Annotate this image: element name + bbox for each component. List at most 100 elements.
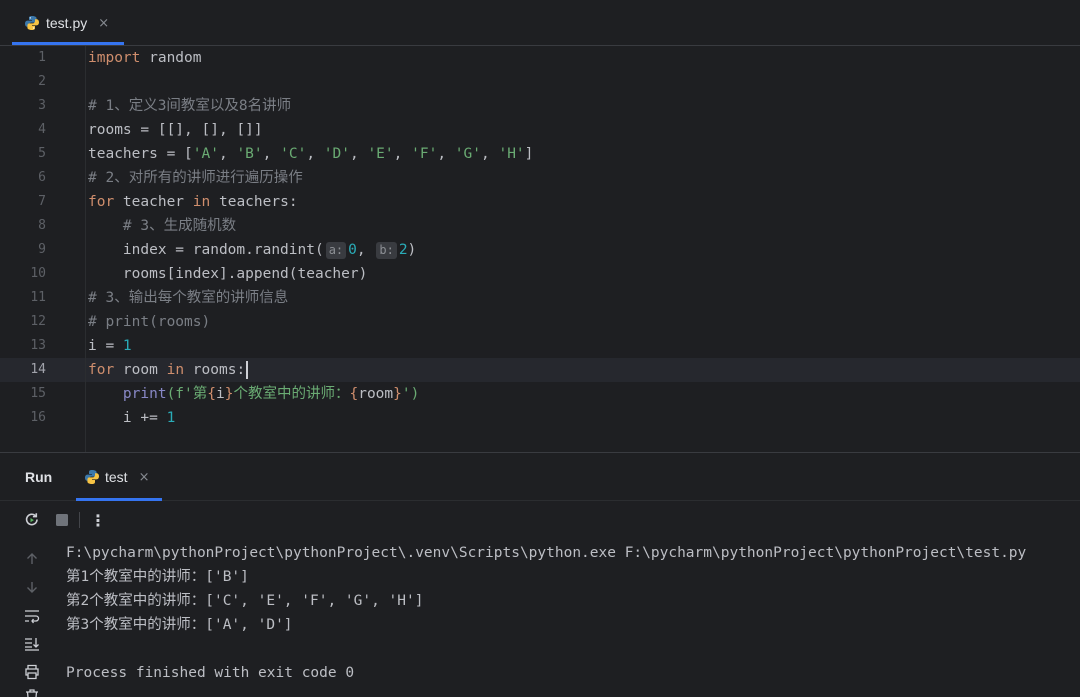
- editor-tab-bar: test.py ×: [0, 0, 1080, 46]
- string-literal: 'E': [367, 146, 394, 162]
- scroll-up-button[interactable]: [22, 549, 42, 569]
- string-literal: 'F': [411, 146, 438, 162]
- soft-wrap-icon: [25, 610, 40, 624]
- line-number: 9: [38, 242, 46, 257]
- string-literal: 'G': [454, 146, 481, 162]
- code-text: ,: [218, 146, 237, 162]
- string-literal: 'H': [498, 146, 525, 162]
- console-line: F:\pycharm\pythonProject\pythonProject\.…: [66, 545, 1027, 561]
- scroll-to-end-button[interactable]: [22, 634, 42, 654]
- code-editor[interactable]: 1 2 3 4 5 6 7 8 9 10 11 12 13 14 15 16 i…: [0, 46, 1080, 452]
- code-text: i +=: [88, 410, 167, 426]
- line-number: 2: [38, 74, 46, 89]
- scroll-up-icon: [27, 553, 37, 564]
- code-line-8: # 3、生成随机数: [88, 218, 237, 234]
- line-number: 6: [38, 170, 46, 185]
- line-number: 5: [38, 146, 46, 161]
- close-icon[interactable]: ×: [98, 16, 109, 31]
- console-output[interactable]: F:\pycharm\pythonProject\pythonProject\.…: [66, 539, 1076, 697]
- clear-button[interactable]: [22, 688, 42, 697]
- number-literal: 2: [398, 242, 408, 258]
- line-number: 15: [30, 386, 46, 401]
- run-tab-test[interactable]: test ×: [76, 453, 162, 501]
- line-number-gutter: 1 2 3 4 5 6 7 8 9 10 11 12 13 14 15 16: [0, 46, 70, 452]
- console-line: Process finished with exit code 0: [66, 665, 355, 681]
- active-tab-indicator: [12, 42, 124, 45]
- code-line-7: for teacher in teachers:: [88, 190, 298, 214]
- line-number: 16: [30, 410, 46, 425]
- scroll-to-end-icon: [25, 638, 39, 651]
- code-text: ,: [306, 146, 324, 162]
- keyword: in: [192, 194, 211, 210]
- code-line-11: # 3、输出每个教室的讲师信息: [88, 290, 289, 306]
- code-line-12: # print(rooms): [88, 314, 211, 330]
- fstring-brace: {: [207, 386, 217, 402]
- more-options-button[interactable]: ⋮: [88, 510, 108, 530]
- code-text: ,: [393, 146, 412, 162]
- code-text: i =: [88, 338, 123, 354]
- gutter-divider: [85, 46, 86, 452]
- line-number: 1: [38, 50, 46, 65]
- stop-button[interactable]: [52, 510, 72, 530]
- code-text: index = random.randint(: [88, 242, 324, 258]
- scroll-down-button[interactable]: [22, 577, 42, 597]
- soft-wrap-button[interactable]: [22, 606, 42, 626]
- code-text: random: [140, 50, 202, 66]
- active-run-tab-indicator: [76, 498, 162, 501]
- code-line-4: rooms = [[], [], []]: [88, 122, 263, 138]
- line-number: 10: [30, 266, 46, 281]
- code-text: ,: [349, 146, 368, 162]
- keyword: for: [88, 194, 115, 210]
- python-file-icon: [25, 16, 39, 30]
- line-number: 12: [30, 314, 46, 329]
- editor-tab-test-py[interactable]: test.py ×: [12, 0, 124, 46]
- console-line: 第1个教室中的讲师：['B']: [66, 569, 249, 585]
- code-text: ,: [437, 146, 455, 162]
- code-text: ,: [481, 146, 499, 162]
- code-line-13: i = 1: [88, 334, 132, 358]
- clear-icon: [26, 689, 38, 697]
- line-number: 4: [38, 122, 46, 137]
- code-line-6: # 2、对所有的讲师进行遍历操作: [88, 170, 303, 186]
- line-number: 11: [30, 290, 46, 305]
- code-text: ,: [262, 146, 281, 162]
- fstring-brace: }: [393, 386, 402, 402]
- close-icon[interactable]: ×: [139, 470, 150, 485]
- code-text: rooms:: [184, 362, 246, 378]
- run-toolbar: ⋮: [0, 502, 1080, 538]
- console-line: 第2个教室中的讲师：['C', 'E', 'F', 'G', 'H']: [66, 593, 424, 609]
- more-options-icon: ⋮: [90, 510, 106, 530]
- parameter-hint-b: b:: [376, 242, 397, 259]
- code-line-14: for room in rooms:: [88, 358, 249, 382]
- string-literal: 个教室中的讲师：: [233, 386, 350, 402]
- line-number: 13: [30, 338, 46, 353]
- code-text: i: [216, 386, 225, 402]
- code-text: teachers = [: [88, 146, 193, 162]
- code-line-3: # 1、定义3间教室以及8名讲师: [88, 98, 292, 114]
- line-number: 7: [38, 194, 46, 209]
- editor-tab-label: test.py: [46, 15, 88, 31]
- number-literal: 1: [166, 410, 176, 426]
- string-literal: (f'第: [166, 386, 208, 402]
- number-literal: 1: [122, 338, 132, 354]
- code-text: room: [114, 362, 167, 378]
- stop-icon: [56, 514, 68, 526]
- run-tool-window: Run test × ⋮ F:\pycharm\pythonProject\py…: [0, 452, 1080, 697]
- run-panel-title: Run: [25, 469, 53, 485]
- code-line-1: import random: [88, 46, 202, 70]
- code-line-9: index = random.randint(a: 0, b: 2): [88, 238, 416, 262]
- code-text: teachers:: [210, 194, 298, 210]
- code-line-5: teachers = ['A', 'B', 'C', 'D', 'E', 'F'…: [88, 142, 533, 166]
- python-file-icon: [85, 470, 99, 484]
- keyword: for: [88, 362, 115, 378]
- code-line-16: i += 1: [88, 406, 175, 430]
- builtin-function: print: [122, 386, 167, 402]
- rerun-button[interactable]: [22, 510, 42, 530]
- print-button[interactable]: [22, 662, 42, 682]
- scroll-down-icon: [27, 582, 37, 593]
- string-literal: 'B': [236, 146, 263, 162]
- fstring-brace: {: [349, 386, 359, 402]
- code-text: room: [358, 386, 394, 402]
- keyword: import: [88, 50, 141, 66]
